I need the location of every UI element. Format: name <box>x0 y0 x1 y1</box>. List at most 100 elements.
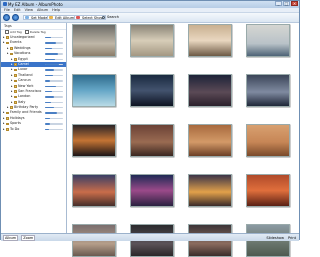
status-right: Slideshow Print <box>266 236 296 240</box>
folder-icon <box>14 101 17 104</box>
folder-icon <box>10 47 13 50</box>
photo-thumbnail[interactable] <box>188 124 232 157</box>
menu-item-album[interactable]: Album <box>37 8 48 12</box>
photo-thumbnail[interactable] <box>246 74 290 107</box>
rating-fill <box>45 101 52 104</box>
menu-item-help[interactable]: Help <box>52 8 60 12</box>
status-left: Album Zoom <box>3 235 36 241</box>
photo-thumbnail[interactable] <box>130 124 174 157</box>
maximize-button[interactable]: □ <box>283 1 290 6</box>
rating-fill <box>45 53 58 55</box>
rating-fill <box>45 90 53 93</box>
folder-icon <box>14 74 17 77</box>
rating-fill <box>45 117 51 120</box>
photo-thumbnail[interactable] <box>72 74 116 107</box>
print-button[interactable]: Print <box>288 236 296 240</box>
menu-item-file[interactable]: File <box>4 8 10 12</box>
menu-item-edit[interactable]: Edit <box>14 8 21 12</box>
expand-arrow-icon[interactable]: ▸ <box>3 127 5 132</box>
minimize-button[interactable]: _ <box>275 1 282 6</box>
rating-fill <box>45 128 49 131</box>
folder-icon <box>6 117 9 120</box>
rating-fill <box>45 58 55 60</box>
rating-fill <box>45 96 54 98</box>
tag-rating-bar <box>45 112 63 114</box>
folder-icon <box>6 122 9 126</box>
folder-icon <box>6 111 9 115</box>
window-title: My EZ Album - AlbumPhoto <box>8 2 63 7</box>
back-button[interactable] <box>3 14 10 21</box>
photo-thumbnail[interactable] <box>72 174 116 207</box>
folder-icon <box>14 84 17 88</box>
tag-rating-bar <box>45 90 63 93</box>
tag-rating-bar <box>45 37 63 39</box>
tag-rating-bar <box>45 47 63 50</box>
rating-fill <box>45 63 60 66</box>
photo-thumbnail[interactable] <box>130 74 174 107</box>
menu-item-view[interactable]: View <box>25 8 33 12</box>
forward-button[interactable] <box>12 14 19 21</box>
photo-thumbnail[interactable] <box>188 174 232 207</box>
tree-item-label: To Do <box>10 126 20 131</box>
tag-rating-bar <box>45 107 63 109</box>
rating-fill <box>45 47 53 50</box>
checkbox-icon <box>24 30 29 34</box>
tag-rating-bar <box>45 101 63 104</box>
photo-thumbnail[interactable] <box>72 24 116 57</box>
close-button[interactable]: × <box>291 1 298 6</box>
photo-thumbnail[interactable] <box>188 74 232 107</box>
tag-rating-bar <box>45 69 63 71</box>
show-icon <box>76 16 80 19</box>
photo-thumbnail[interactable] <box>72 124 116 157</box>
edit-album-button[interactable]: Edit Album <box>47 15 78 20</box>
folder-icon <box>10 106 13 110</box>
rating-fill <box>45 123 50 125</box>
photo-thumbnail[interactable] <box>246 24 290 57</box>
app-icon <box>3 2 7 6</box>
rating-fill <box>45 37 52 39</box>
folder-icon <box>14 79 17 83</box>
tag-sidebar: Tags Add Tag Delete Tag ▸ Uncategorized ▸ E… <box>1 23 67 233</box>
checkbox-icon <box>5 30 9 34</box>
rating-fill <box>45 112 57 114</box>
rating-fill <box>45 80 51 82</box>
title-bar[interactable]: My EZ Album - AlbumPhoto _ □ × <box>1 1 299 8</box>
album-icon <box>49 16 53 19</box>
status-zoom[interactable]: Zoom <box>21 235 36 241</box>
photo-thumbnail[interactable] <box>130 24 174 57</box>
search-button[interactable]: Search <box>101 15 119 20</box>
tree-item[interactable]: ▸ To Do <box>1 127 66 132</box>
rating-fill <box>45 85 56 87</box>
photo-thumbnail[interactable] <box>188 24 232 57</box>
tag-rating-bar <box>45 42 63 44</box>
window-controls: _ □ × <box>275 1 298 7</box>
tag-rating-bar <box>45 117 63 120</box>
sidebar-header: Tags <box>1 23 66 30</box>
slideshow-button[interactable]: Slideshow <box>266 236 284 240</box>
folder-icon <box>6 128 9 131</box>
tag-rating-bar <box>45 53 63 55</box>
tag-rating-bar <box>45 63 63 66</box>
photo-thumbnail[interactable] <box>246 124 290 157</box>
rating-fill <box>45 42 56 44</box>
folder-icon <box>14 68 17 72</box>
rating-fill <box>45 74 54 77</box>
tag-rating-bar <box>45 85 63 87</box>
tag-rating-bar <box>45 128 63 131</box>
folder-icon <box>14 95 17 99</box>
delete-tag-label: Delete Tag <box>29 30 46 34</box>
folder-icon <box>14 90 17 93</box>
search-icon <box>102 16 105 19</box>
folder-icon <box>14 63 17 66</box>
photo-thumbnail[interactable] <box>246 174 290 207</box>
photo-grid <box>67 23 299 257</box>
folder-icon <box>14 57 17 61</box>
folder-icon <box>10 52 13 56</box>
photo-thumbnail[interactable] <box>130 174 174 207</box>
tag-rating-bar <box>45 74 63 77</box>
status-album[interactable]: Album <box>3 235 19 241</box>
edit-album-label: Edit Album <box>55 16 75 20</box>
search-label: Search <box>107 15 120 19</box>
tag-rating-bar <box>45 123 63 125</box>
toolbar: Set Mode Edit Album Select Show Search <box>1 13 299 23</box>
